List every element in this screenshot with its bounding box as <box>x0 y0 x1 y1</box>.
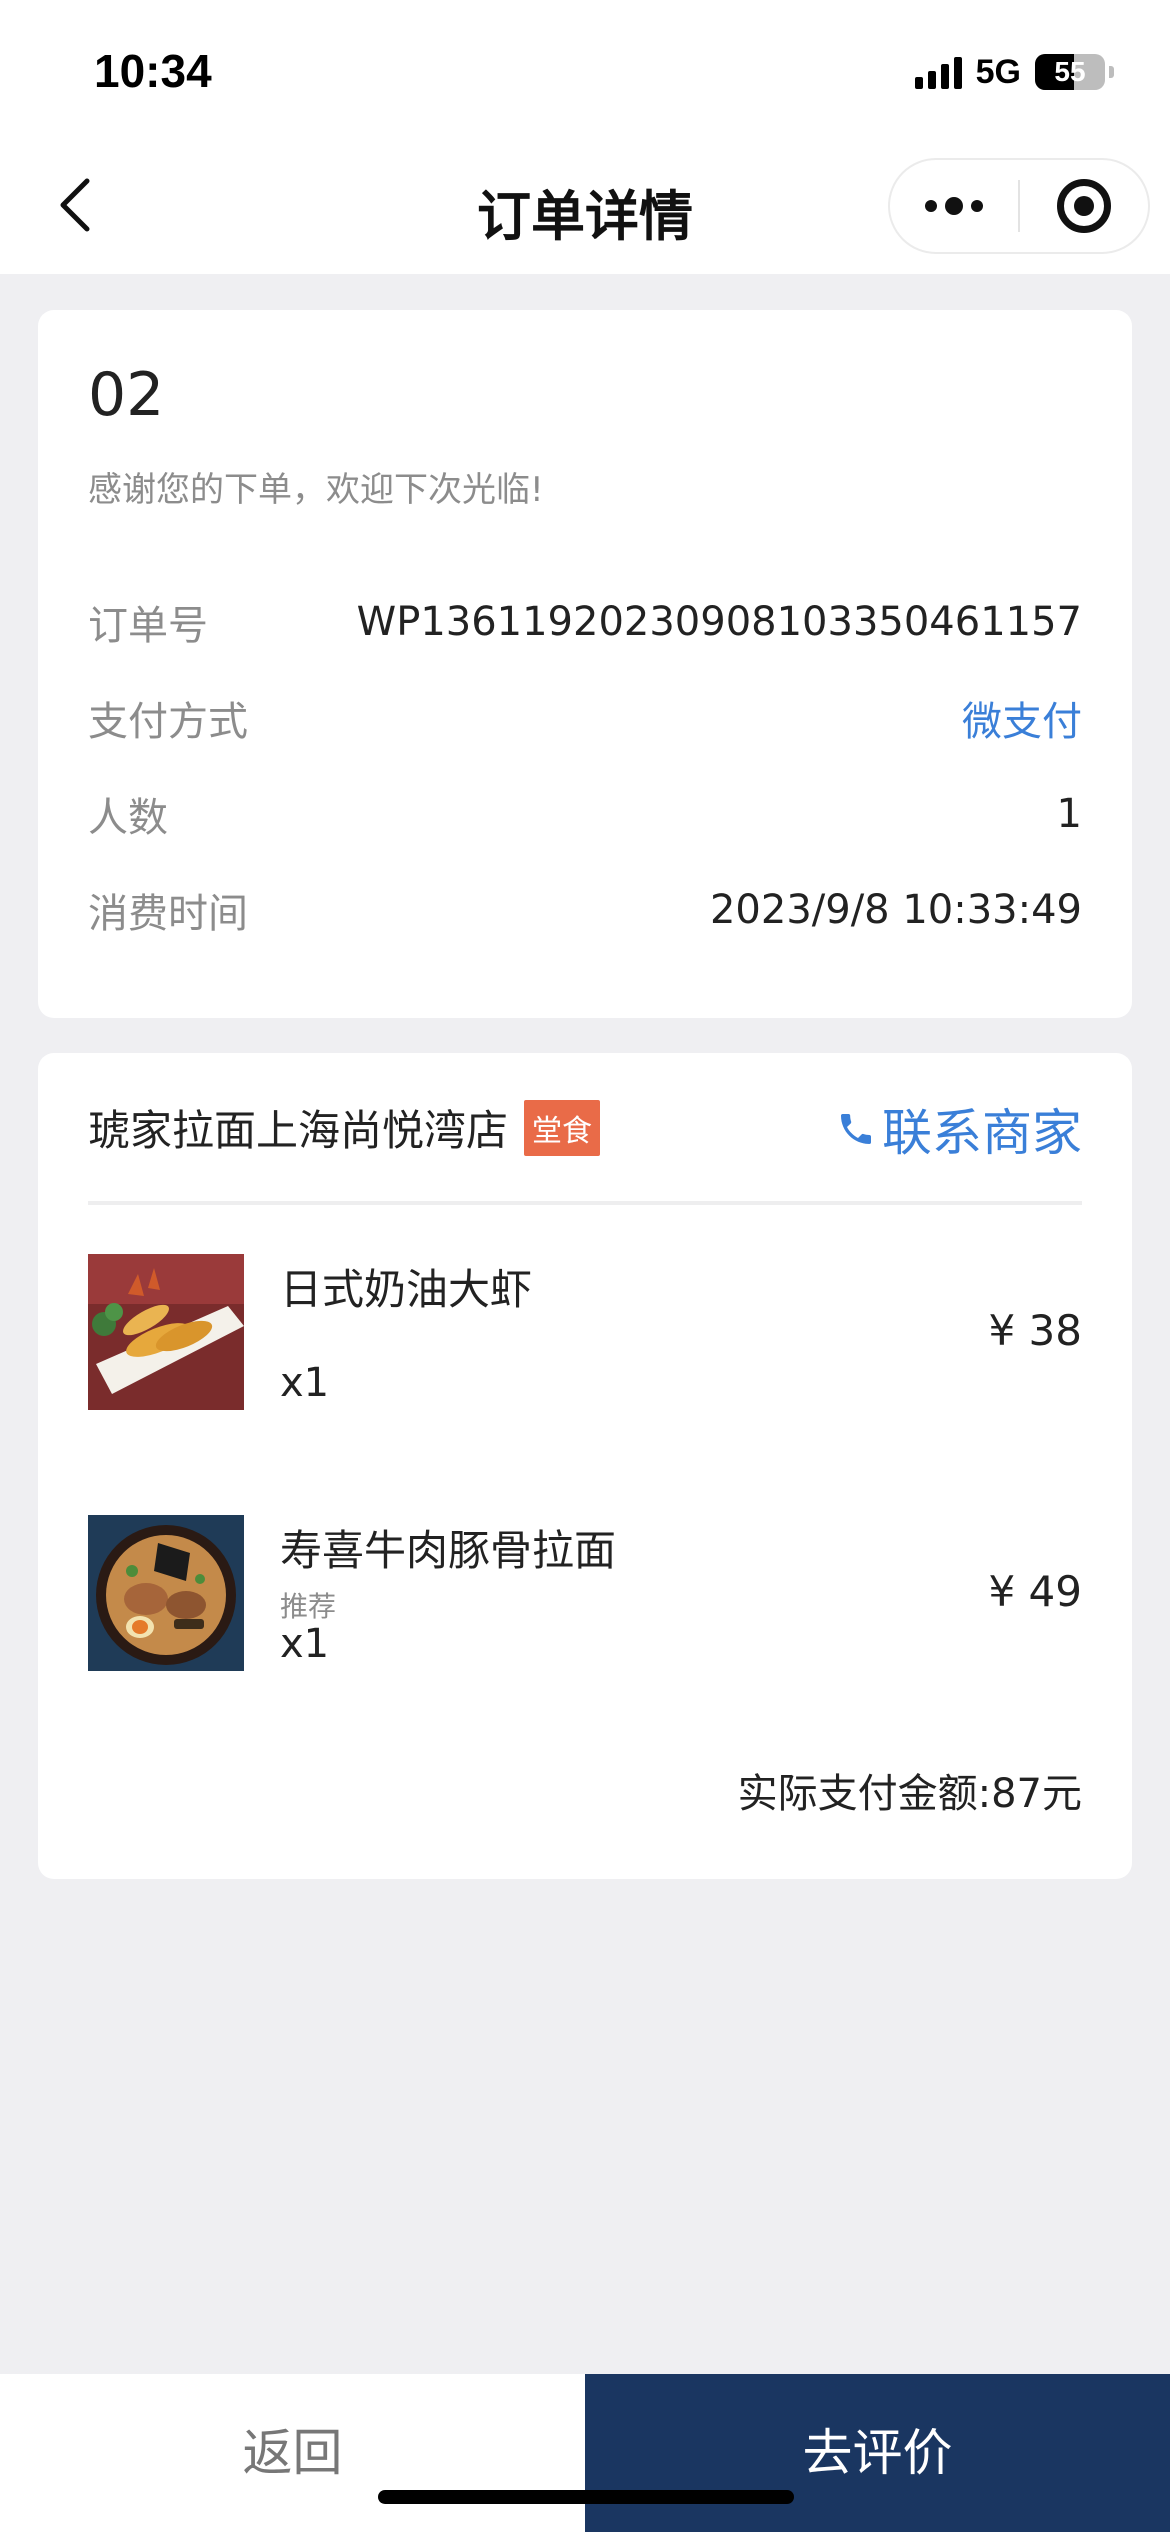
info-label: 人数 <box>88 795 168 841</box>
mini-program-capsule <box>888 158 1150 254</box>
status-indicators: 5G 55 <box>914 52 1114 92</box>
close-button[interactable] <box>1020 160 1148 252</box>
more-button[interactable] <box>890 160 1018 252</box>
order-id-value: WP1361192023090810335046115​7 <box>356 599 1082 645</box>
thanks-message: 感谢您的下单，欢迎下次光临! <box>88 470 544 510</box>
info-row-people: 人数 1 <box>88 784 1082 844</box>
contact-merchant-button[interactable]: 联系商家 <box>836 1093 1082 1165</box>
store-header: 琥家拉面上海尚悦湾店 堂食 <box>88 1097 601 1158</box>
battery-tip <box>1109 66 1114 78</box>
home-indicator <box>378 2490 794 2504</box>
bottom-action-bar: 返回 去评价 <box>0 2374 1170 2532</box>
status-bar: 10:34 5G 55 <box>0 0 1170 140</box>
item-name: 日式奶油大虾 <box>280 1265 533 1314</box>
info-label: 订单号 <box>88 603 208 649</box>
nav-bar: 订单详情 <box>0 140 1170 274</box>
consume-time-value: 2023/9/8 10:33:49 <box>709 887 1082 933</box>
order-items-card: 琥家拉面上海尚悦湾店 堂食 联系商家 日式奶油大虾 x1 ¥ 38 寿喜牛肉豚骨… <box>38 1053 1132 1879</box>
fried-shrimp-image <box>88 1254 244 1410</box>
divider <box>88 1201 1082 1205</box>
battery-level: 55 <box>1054 56 1086 87</box>
info-label: 消费时间 <box>88 891 248 937</box>
order-number: 02 <box>88 360 165 430</box>
target-circle-icon <box>1056 179 1111 233</box>
list-item[interactable]: 日式奶油大虾 x1 ¥ 38 <box>88 1254 1082 1410</box>
item-price: ¥ 38 <box>988 1306 1082 1355</box>
signal-bars-icon <box>914 55 962 89</box>
contact-merchant-label: 联系商家 <box>882 1104 1082 1162</box>
dine-in-tag: 堂食 <box>524 1099 601 1156</box>
status-time: 10:34 <box>94 45 212 97</box>
total-paid: 实际支付金额:87元 <box>737 1771 1082 1817</box>
item-quantity: x1 <box>280 1621 330 1667</box>
ramen-bowl-image <box>88 1515 244 1671</box>
item-quantity: x1 <box>280 1360 330 1406</box>
more-dots-icon <box>925 197 983 215</box>
payment-method-value[interactable]: 微支付 <box>962 689 1082 747</box>
order-info-card: 02 感谢您的下单，欢迎下次光临! 订单号 WP1361192023090810… <box>38 310 1132 1018</box>
info-row-payment: 支付方式 微支付 <box>88 688 1082 748</box>
people-count-value: 1 <box>1056 791 1082 837</box>
return-button[interactable]: 返回 <box>0 2374 585 2532</box>
info-row-order-id: 订单号 WP1361192023090810335046115​7 <box>88 592 1082 652</box>
review-button[interactable]: 去评价 <box>585 2374 1170 2532</box>
store-name: 琥家拉面上海尚悦湾店 <box>88 1106 509 1155</box>
info-row-time: 消费时间 2023/9/8 10:33:49 <box>88 880 1082 940</box>
list-item[interactable]: 寿喜牛肉豚骨拉面 推荐 x1 ¥ 49 <box>88 1515 1082 1671</box>
network-type: 5G <box>975 52 1021 91</box>
item-recommend-tag: 推荐 <box>280 1590 337 1623</box>
phone-icon <box>841 1114 871 1144</box>
battery-icon: 55 <box>1035 54 1105 90</box>
item-price: ¥ 49 <box>988 1567 1082 1616</box>
item-name: 寿喜牛肉豚骨拉面 <box>280 1526 617 1575</box>
info-label: 支付方式 <box>88 699 248 745</box>
